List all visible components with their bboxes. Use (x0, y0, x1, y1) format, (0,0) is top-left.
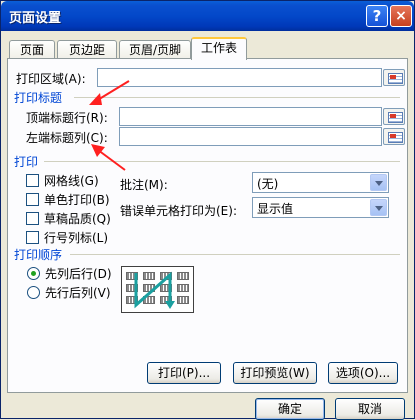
close-icon[interactable]: × (390, 5, 412, 27)
divider (70, 254, 400, 255)
help-icon[interactable]: ? (366, 5, 388, 27)
print-titles-group-label: 打印标题 (14, 91, 63, 105)
gridlines-label: 网格线(G) (44, 174, 99, 188)
over-then-down-radio[interactable] (27, 286, 40, 299)
divider (74, 97, 400, 98)
options-button[interactable]: 选项(O)... (328, 362, 398, 384)
row-col-headings-checkbox[interactable] (26, 231, 39, 244)
over-then-down-label: 先行后列(V) (45, 286, 111, 300)
gridlines-checkbox[interactable] (26, 174, 39, 187)
chevron-down-icon[interactable] (370, 199, 387, 216)
page-setup-dialog: 页面设置 ? × 页面 页边距 页眉/页脚 工作表 打印区域(A): 打印标题 … (0, 0, 415, 420)
black-white-checkbox[interactable] (26, 193, 39, 206)
comments-value: (无) (257, 177, 279, 191)
left-cols-label: 左端标题列(C): (26, 131, 108, 145)
tab-sheet[interactable]: 工作表 (191, 37, 247, 60)
title-bar[interactable]: 页面设置 ? × (1, 1, 414, 31)
left-cols-collapse-icon[interactable] (383, 128, 405, 145)
page-order-group-label: 打印顺序 (14, 248, 63, 262)
cancel-button[interactable]: 取消 (335, 398, 405, 420)
page-order-preview-icon (121, 266, 194, 313)
chevron-down-icon[interactable] (370, 174, 387, 191)
down-then-over-radio[interactable] (27, 267, 40, 280)
down-then-over-label: 先列后行(D) (45, 267, 112, 281)
black-white-label: 单色打印(B) (44, 193, 110, 207)
cell-errors-select[interactable]: 显示值 (252, 197, 389, 218)
tab-page[interactable]: 页面 (9, 40, 55, 59)
top-rows-input[interactable] (119, 107, 382, 126)
cell-errors-value: 显示值 (257, 202, 294, 216)
draft-quality-label: 草稿品质(Q) (44, 212, 111, 226)
print-group-label: 打印 (14, 155, 39, 169)
print-preview-button[interactable]: 打印预览(W) (233, 362, 317, 384)
top-rows-collapse-icon[interactable] (383, 108, 405, 125)
tab-margins[interactable]: 页边距 (57, 40, 117, 59)
draft-quality-checkbox[interactable] (26, 212, 39, 225)
row-col-headings-label: 行号列标(L) (44, 231, 109, 245)
print-area-input[interactable] (97, 68, 382, 87)
sheet-panel: 打印区域(A): 打印标题 顶端标题行(R): 左端标题列(C): 打印 网格线… (7, 58, 408, 393)
tab-header-footer[interactable]: 页眉/页脚 (119, 40, 191, 59)
left-cols-input[interactable] (119, 127, 382, 146)
cell-errors-label: 错误单元格打印为(E): (120, 204, 237, 218)
order-arrow-icon (134, 271, 175, 309)
divider (44, 161, 400, 162)
print-button[interactable]: 打印(P)... (147, 362, 221, 384)
comments-label: 批注(M): (120, 178, 168, 192)
comments-select[interactable]: (无) (252, 172, 389, 193)
window-title: 页面设置 (9, 11, 62, 26)
print-area-label: 打印区域(A): (16, 72, 86, 86)
print-area-collapse-icon[interactable] (383, 69, 405, 86)
ok-button[interactable]: 确定 (255, 398, 325, 420)
top-rows-label: 顶端标题行(R): (26, 111, 108, 125)
